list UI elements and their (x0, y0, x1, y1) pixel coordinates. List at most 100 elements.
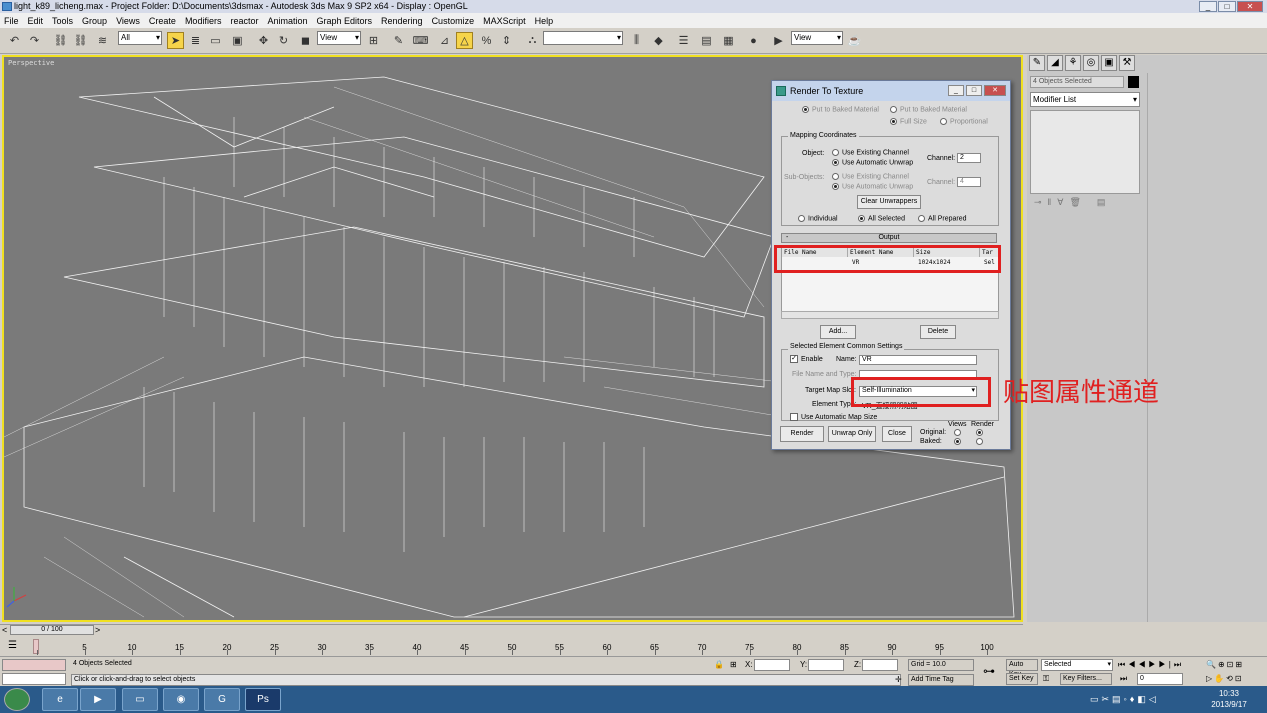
select-manipulate-icon[interactable]: ✎ (390, 32, 407, 49)
menu-create[interactable]: Create (149, 16, 176, 26)
make-unique-icon[interactable]: ∀ (1057, 197, 1063, 211)
move-icon[interactable]: ✥ (255, 32, 272, 49)
modify-tab-icon[interactable]: ◢ (1047, 55, 1063, 71)
3dsmax-taskbar-icon[interactable]: G (204, 688, 240, 711)
selected-object-name[interactable]: 4 Objects Selected (1030, 76, 1124, 88)
select-by-name-icon[interactable]: ≣ (187, 32, 204, 49)
menu-tools[interactable]: Tools (52, 16, 73, 26)
modifier-list-dropdown[interactable]: Modifier List ▾ (1030, 92, 1140, 107)
display-tab-icon[interactable]: ▣ (1101, 55, 1117, 71)
ie-icon[interactable]: e (42, 688, 78, 711)
enable-checkbox[interactable]: ✓ Enable (790, 355, 823, 363)
pin-stack-icon[interactable]: ⊸ (1034, 197, 1042, 211)
create-tab-icon[interactable]: ✎ (1029, 55, 1045, 71)
individual-option[interactable]: Individual (798, 215, 838, 222)
keyboard-shortcut-icon[interactable]: ⌨ (412, 32, 429, 49)
link-icon[interactable]: ⛓ (52, 32, 69, 49)
mini-curve-editor-icon[interactable]: ☰ (8, 640, 17, 651)
put-baked-option-2[interactable]: Put to Baked Material (890, 106, 967, 113)
mirror-icon[interactable]: ⫼ (628, 32, 645, 49)
explorer-icon[interactable]: ▭ (122, 688, 158, 711)
rotate-icon[interactable]: ↻ (275, 32, 292, 49)
y-coordinate-field[interactable] (808, 659, 844, 671)
menu-group[interactable]: Group (82, 16, 107, 26)
maxscript-mini-listener[interactable] (2, 673, 66, 685)
set-key-button[interactable]: Set Key (1006, 673, 1038, 685)
menu-rendering[interactable]: Rendering (381, 16, 423, 26)
put-baked-option[interactable]: Put to Baked Material (802, 106, 879, 113)
align-icon[interactable]: ◆ (650, 32, 667, 49)
edit-named-sets-icon[interactable]: ⛬ (524, 32, 541, 49)
baked-render-radio[interactable] (976, 438, 986, 445)
sub-channel-spinner[interactable]: 4 (957, 177, 981, 187)
use-automatic-unwrap-option[interactable]: Use Automatic Unwrap (832, 159, 913, 166)
render-scene-icon[interactable]: ▶ (770, 32, 787, 49)
menu-help[interactable]: Help (535, 16, 554, 26)
auto-key-button[interactable]: Auto Key (1006, 659, 1038, 678)
all-selected-option[interactable]: All Selected (858, 215, 905, 222)
time-slider-thumb[interactable]: 0 / 100 (10, 625, 94, 635)
clear-unwrappers-button[interactable]: Clear Unwrappers (857, 195, 921, 209)
maximize-button[interactable]: □ (1218, 1, 1236, 12)
object-color-swatch[interactable] (1128, 76, 1139, 88)
dialog-maximize-button[interactable]: □ (966, 85, 982, 96)
playback-controls[interactable]: ⏮◀◀▶▶|⏭ (1118, 660, 1184, 670)
select-object-icon[interactable]: ➤ (167, 32, 184, 49)
hierarchy-tab-icon[interactable]: ⚘ (1065, 55, 1081, 71)
show-end-result-icon[interactable]: ‖ (1048, 197, 1052, 211)
menu-customize[interactable]: Customize (432, 16, 475, 26)
spinner-snap-icon[interactable]: ⇕ (498, 32, 515, 49)
baked-views-radio[interactable] (954, 438, 964, 445)
delete-element-button[interactable]: Delete (920, 325, 956, 339)
photoshop-icon[interactable]: Ps (245, 688, 281, 711)
x-coordinate-field[interactable] (754, 659, 790, 671)
menu-graph-editors[interactable]: Graph Editors (317, 16, 373, 26)
utilities-tab-icon[interactable]: ⚒ (1119, 55, 1135, 71)
window-crossing-icon[interactable]: ▣ (229, 32, 246, 49)
configure-modifier-sets-icon[interactable]: ▤ (1097, 197, 1106, 211)
z-coordinate-field[interactable] (862, 659, 898, 671)
undo-icon[interactable]: ↶ (6, 32, 23, 49)
motion-tab-icon[interactable]: ◎ (1083, 55, 1099, 71)
absolute-mode-icon[interactable]: ⊞ (730, 660, 737, 669)
time-next-icon[interactable]: > (95, 625, 100, 635)
bind-spacewarp-icon[interactable]: ≋ (94, 32, 111, 49)
curve-editor-icon[interactable]: ▤ (698, 32, 715, 49)
unwrap-only-button[interactable]: Unwrap Only (828, 426, 876, 442)
use-existing-channel-option[interactable]: Use Existing Channel (832, 149, 909, 156)
time-prev-icon[interactable]: < (2, 625, 7, 635)
redo-icon[interactable]: ↷ (26, 32, 43, 49)
menu-animation[interactable]: Animation (267, 16, 307, 26)
percent-snap-icon[interactable]: % (478, 32, 495, 49)
rect-selection-icon[interactable]: ▭ (207, 32, 224, 49)
table-horizontal-scrollbar[interactable] (781, 311, 999, 319)
camera-app-icon[interactable]: ◉ (163, 688, 199, 711)
lock-selection-icon[interactable]: 🔒 (714, 660, 724, 669)
current-frame-marker[interactable] (33, 639, 39, 654)
output-rollout-header[interactable]: - Output (781, 233, 997, 243)
material-editor-icon[interactable]: ● (745, 32, 762, 49)
element-name-field[interactable]: VR (859, 355, 977, 365)
time-slider-track[interactable] (0, 624, 1023, 637)
layer-manager-icon[interactable]: ☰ (675, 32, 692, 49)
quick-render-icon[interactable]: ☕ (846, 32, 863, 49)
snap-toggle-icon[interactable]: ⊿ (436, 32, 453, 49)
sub-existing-channel-option[interactable]: Use Existing Channel (832, 173, 909, 180)
key-filters-button[interactable]: Key Filters... (1060, 673, 1112, 685)
selection-filter-dropdown[interactable]: All (118, 31, 162, 45)
all-prepared-option[interactable]: All Prepared (918, 215, 967, 222)
close-button[interactable]: ✕ (1237, 1, 1263, 12)
minimize-button[interactable]: _ (1199, 1, 1217, 12)
menu-reactor[interactable]: reactor (230, 16, 258, 26)
dialog-close-text-button[interactable]: Close (882, 426, 912, 442)
menu-maxscript[interactable]: MAXScript (483, 16, 526, 26)
unlink-icon[interactable]: ⛓ (72, 32, 89, 49)
scale-icon[interactable]: ◼ (297, 32, 314, 49)
dialog-close-button[interactable]: ✕ (984, 85, 1006, 96)
proportional-option[interactable]: Proportional (940, 118, 988, 125)
add-time-tag-button[interactable]: Add Time Tag (908, 674, 974, 686)
key-mode-icon[interactable]: ⊶ (983, 664, 995, 678)
maxscript-listener[interactable] (2, 659, 66, 671)
remove-modifier-icon[interactable]: 🗑 (1069, 197, 1080, 211)
start-button[interactable] (4, 688, 30, 711)
